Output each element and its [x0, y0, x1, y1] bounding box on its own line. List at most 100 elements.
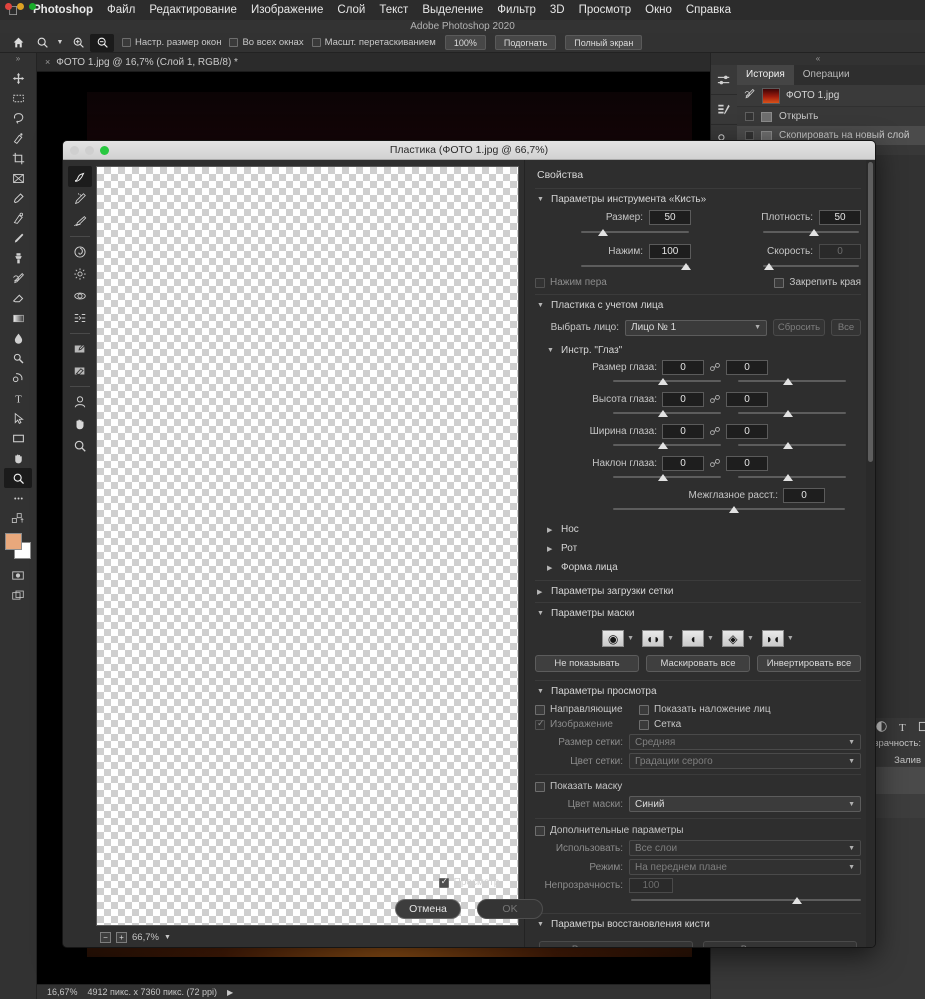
option-scrubby-zoom[interactable]: Масшт. перетаскиванием	[311, 37, 436, 48]
menu-item-text[interactable]: Текст	[372, 4, 415, 16]
brush-pressure-slider[interactable]	[581, 261, 692, 271]
fill-screen-button[interactable]: Полный экран	[565, 35, 643, 50]
checkbox-icon[interactable]	[774, 277, 785, 288]
brush-pressure-input[interactable]: 100	[649, 244, 691, 259]
cancel-button[interactable]: Отмена	[395, 899, 461, 919]
freeze-mask-tool[interactable]	[68, 338, 92, 359]
mask-color-dropdown[interactable]: Синий ▼	[629, 796, 861, 812]
mask-replace-selection[interactable]: ◉ ▼	[602, 630, 634, 647]
brush-rate-slider[interactable]	[763, 261, 859, 271]
mask-all-button[interactable]: Маскировать все	[646, 655, 750, 672]
zoom-in-icon[interactable]	[66, 34, 90, 52]
status-expand-icon[interactable]: ▶	[227, 988, 233, 997]
slider-knob[interactable]	[783, 442, 794, 449]
reconstruct-tool[interactable]	[68, 188, 92, 209]
slider-knob[interactable]	[658, 474, 669, 481]
bloat-tool[interactable]	[68, 285, 92, 306]
checkbox-icon[interactable]	[438, 876, 449, 888]
eye-height-right-slider[interactable]	[738, 408, 846, 418]
subsection-mouth[interactable]: ▶ Рот	[535, 539, 861, 558]
home-icon[interactable]	[6, 34, 30, 52]
slider-knob[interactable]	[763, 263, 774, 270]
preview-option[interactable]: Просмотр	[63, 876, 875, 888]
document-tab[interactable]: × ФОТО 1.jpg @ 16,7% (Слой 1, RGB/8) *	[37, 53, 710, 72]
tab-actions[interactable]: Операции	[794, 65, 859, 85]
eye-height-left-slider[interactable]	[613, 408, 721, 418]
link-eyes-icon[interactable]: ☍	[709, 457, 721, 470]
hand-tool[interactable]	[4, 448, 32, 468]
marquee-tool[interactable]	[4, 88, 32, 108]
subsection-nose[interactable]: ▶ Нос	[535, 520, 861, 539]
eye-height-left-input[interactable]: 0	[662, 392, 704, 407]
select-face-dropdown[interactable]: Лицо № 1 ▼	[625, 319, 767, 336]
eye-width-left-slider[interactable]	[613, 440, 721, 450]
dock-collapse-icon[interactable]: «	[711, 53, 925, 65]
mesh-color-dropdown[interactable]: Градации серого ▼	[629, 753, 861, 769]
ok-button[interactable]: OK	[477, 899, 543, 919]
close-button-icon[interactable]	[5, 3, 12, 10]
eye-size-left-input[interactable]: 0	[662, 360, 704, 375]
dialog-traffic-lights[interactable]	[70, 146, 109, 155]
eye-tilt-right-input[interactable]: 0	[726, 456, 768, 471]
history-item-open[interactable]: Открыть	[737, 107, 925, 126]
mask-none-button[interactable]: Не показывать	[535, 655, 639, 672]
link-eyes-icon[interactable]: ☍	[709, 425, 721, 438]
option-all-windows[interactable]: Во всех окнах	[229, 37, 304, 48]
pucker-tool[interactable]	[68, 263, 92, 284]
foreground-color-swatch[interactable]	[5, 533, 22, 550]
eye-width-right-input[interactable]: 0	[726, 424, 768, 439]
reset-face-button[interactable]: Сбросить	[773, 319, 825, 336]
mask-invert-selection[interactable]: ◗◖ ▼	[761, 630, 794, 647]
dodge-tool[interactable]	[4, 348, 32, 368]
menu-item-filter[interactable]: Фильтр	[490, 4, 543, 16]
slider-knob[interactable]	[681, 263, 692, 270]
eye-distance-input[interactable]: 0	[783, 488, 825, 503]
subsection-face-shape[interactable]: ▶ Форма лица	[535, 558, 861, 580]
color-swatches[interactable]	[5, 533, 31, 559]
eye-width-right-slider[interactable]	[738, 440, 846, 450]
mask-subtract-selection[interactable]: ◖ ▼	[682, 630, 714, 647]
menu-item-3d[interactable]: 3D	[543, 4, 572, 16]
thaw-mask-tool[interactable]	[68, 360, 92, 381]
slider-knob[interactable]	[783, 474, 794, 481]
blur-tool[interactable]	[4, 328, 32, 348]
zoom-tool[interactable]	[4, 468, 32, 488]
slider-knob[interactable]	[783, 410, 794, 417]
section-mask-options[interactable]: ▼ Параметры маски	[535, 602, 861, 624]
history-checkbox-icon[interactable]	[745, 112, 754, 121]
backdrop-use-dropdown[interactable]: Все слои ▼	[629, 840, 861, 856]
chevron-down-icon[interactable]: ▼	[667, 635, 674, 642]
forward-warp-tool[interactable]	[67, 166, 92, 187]
eye-tilt-left-slider[interactable]	[613, 472, 721, 482]
checkbox-icon[interactable]	[535, 825, 545, 836]
show-face-overlay-option[interactable]: Показать наложение лиц	[639, 704, 771, 715]
history-brush-source-icon[interactable]	[743, 87, 756, 105]
liquify-preview-canvas[interactable]	[96, 166, 519, 926]
minimize-button-icon[interactable]	[17, 3, 24, 10]
show-mask-option[interactable]: Показать маску	[535, 774, 861, 792]
backdrop-mode-dropdown[interactable]: На переднем плане ▼	[629, 859, 861, 875]
eye-height-right-input[interactable]: 0	[726, 392, 768, 407]
checkbox-icon[interactable]	[535, 704, 545, 715]
show-backdrop-option[interactable]: Дополнительные параметры	[535, 818, 861, 836]
type-filter-icon[interactable]: T	[899, 722, 906, 734]
push-left-tool[interactable]	[68, 307, 92, 328]
mask-subtract-icon[interactable]: ◖	[682, 630, 705, 647]
menu-item-edit[interactable]: Редактирование	[142, 4, 244, 16]
checkbox-icon[interactable]	[122, 38, 131, 47]
pen-tool[interactable]	[4, 368, 32, 388]
show-image-option[interactable]: Изображение	[535, 718, 639, 730]
chevron-down-icon[interactable]: ▼	[627, 635, 634, 642]
history-checkbox-icon[interactable]	[745, 131, 754, 140]
section-load-mesh-options[interactable]: ▶ Параметры загрузки сетки	[535, 580, 861, 602]
mesh-size-dropdown[interactable]: Средняя ▼	[629, 734, 861, 750]
eye-size-right-slider[interactable]	[738, 376, 846, 386]
pin-edges-option[interactable]: Закрепить края	[705, 277, 861, 288]
menu-item-help[interactable]: Справка	[679, 4, 738, 16]
slider-knob[interactable]	[658, 442, 669, 449]
slider-knob[interactable]	[783, 378, 794, 385]
pen-pressure-option[interactable]: Нажим пера	[535, 277, 691, 288]
crop-tool[interactable]	[4, 148, 32, 168]
mask-add-icon[interactable]: ◖◗	[642, 630, 665, 647]
menu-item-photoshop[interactable]: Photoshop	[26, 4, 100, 16]
